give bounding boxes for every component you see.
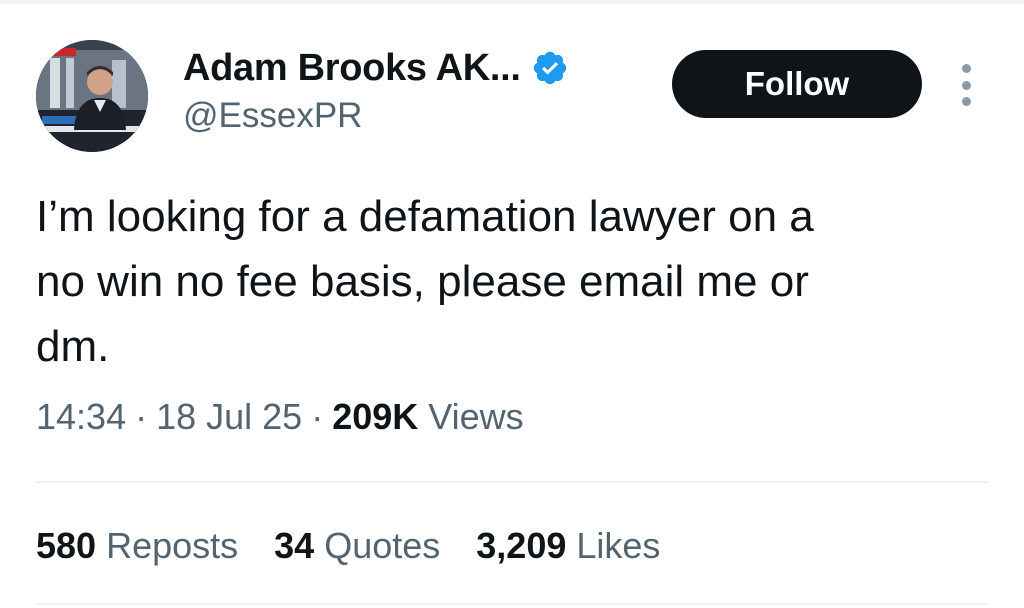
engagement-stats: 580 Reposts 34 Quotes 3,209 Likes (36, 525, 696, 567)
author-header: Adam Brooks AK... @EssexPR (183, 44, 569, 136)
display-name-row: Adam Brooks AK... (183, 44, 569, 92)
reposts-count: 580 (36, 525, 97, 566)
meta-separator: · (311, 396, 324, 437)
reposts-label: Reposts (106, 525, 239, 566)
likes-stat[interactable]: 3,209 Likes (476, 525, 660, 567)
verified-badge-icon[interactable] (531, 49, 569, 87)
quotes-label: Quotes (324, 525, 441, 566)
avatar[interactable] (36, 40, 148, 152)
reposts-stat[interactable]: 580 Reposts (36, 525, 238, 567)
divider (36, 481, 988, 483)
handle[interactable]: @EssexPR (183, 96, 569, 136)
tweet-text: I’m looking for a defamation lawyer on a… (36, 192, 814, 371)
display-name[interactable]: Adam Brooks AK... (183, 47, 521, 90)
views-count: 209K (332, 396, 419, 437)
meta-separator: · (135, 396, 148, 437)
profile-photo (36, 40, 148, 152)
top-divider (0, 0, 1024, 4)
tweet-time[interactable]: 14:34 (36, 396, 126, 438)
quotes-count: 34 (274, 525, 315, 566)
tweet-meta: 14:34 · 18 Jul 25 · 209K Views (36, 396, 524, 438)
views-label: Views (428, 396, 524, 437)
divider (36, 603, 988, 605)
quotes-stat[interactable]: 34 Quotes (274, 525, 440, 567)
more-options-icon[interactable] (955, 64, 977, 106)
likes-label: Likes (576, 525, 661, 566)
follow-button[interactable]: Follow (672, 50, 922, 118)
tweet-date[interactable]: 18 Jul 25 (156, 396, 302, 438)
likes-count: 3,209 (476, 525, 567, 566)
